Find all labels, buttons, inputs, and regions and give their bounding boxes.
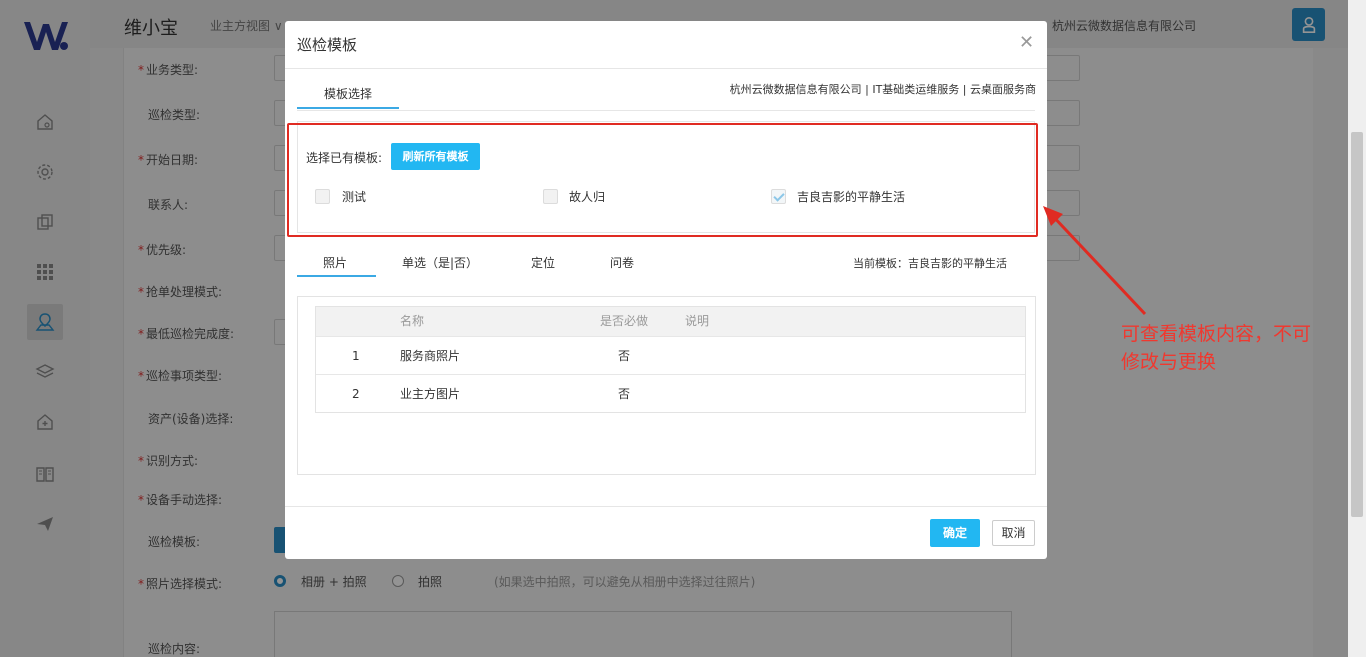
tab-photo[interactable]: 照片 [323, 254, 347, 271]
annotation-note-line1: 可查看模板内容，不可 [1121, 323, 1312, 345]
row-name: 服务商照片 [400, 349, 461, 363]
page-scrollbar-thumb[interactable] [1351, 132, 1363, 517]
col-name-header: 名称 [400, 314, 425, 328]
row-name: 业主方图片 [400, 387, 461, 401]
table-header: 名称 是否必做 说明 [316, 307, 1025, 336]
table-row: 1 服务商照片 否 [316, 336, 1025, 374]
close-icon[interactable]: ✕ [1019, 32, 1034, 53]
tab-divider [297, 110, 1035, 111]
row-required: 否 [618, 387, 631, 401]
dialog-title: 巡检模板 [297, 36, 358, 54]
annotation-highlight-box [287, 123, 1038, 237]
row-index: 2 [352, 387, 360, 401]
tab-location[interactable]: 定位 [531, 254, 555, 271]
col-desc-header: 说明 [685, 314, 710, 328]
current-template-label: 当前模板：吉良吉影的平静生活 [853, 257, 1007, 270]
dialog-footer-divider [285, 506, 1047, 507]
tab-template-select[interactable]: 模板选择 [297, 79, 399, 109]
tab-questionnaire[interactable]: 问卷 [610, 254, 634, 271]
confirm-button[interactable]: 确定 [930, 519, 980, 547]
template-dialog: 巡检模板 ✕ 模板选择 杭州云微数据信息有限公司 | IT基础类运维服务 | 云… [285, 21, 1047, 559]
annotation-note: 可查看模板内容，不可 修改与更换 [1121, 320, 1346, 376]
annotation-note-line2: 修改与更换 [1121, 351, 1217, 373]
active-tab-underline [297, 275, 376, 277]
col-required-header: 是否必做 [600, 314, 649, 328]
annotation-arrow-icon [1043, 206, 1147, 316]
row-required: 否 [618, 349, 631, 363]
dialog-header-divider [285, 68, 1047, 69]
table-row: 2 业主方图片 否 [316, 374, 1025, 412]
tab-yes-no[interactable]: 单选（是|否） [402, 254, 478, 271]
row-index: 1 [352, 349, 360, 363]
photo-items-table: 名称 是否必做 说明 1 服务商照片 否 2 业主方图片 否 [315, 306, 1026, 413]
cancel-button[interactable]: 取消 [992, 520, 1035, 546]
service-breadcrumb: 杭州云微数据信息有限公司 | IT基础类运维服务 | 云桌面服务商 [729, 83, 1036, 96]
